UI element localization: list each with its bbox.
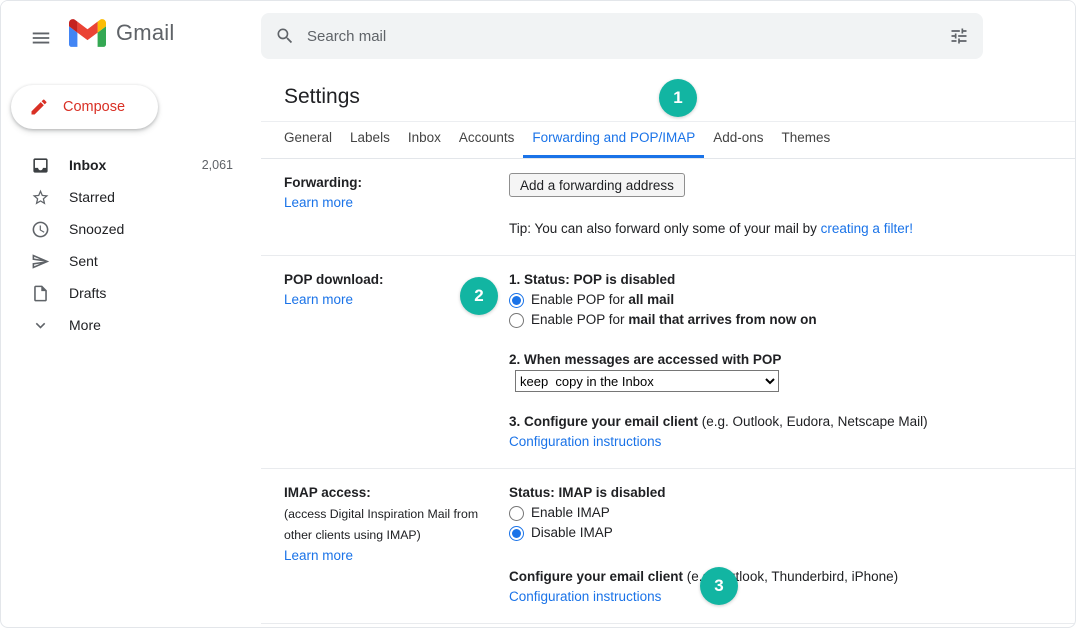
creating-a-filter-link[interactable]: creating a filter! <box>821 221 913 236</box>
sidebar-item-inbox[interactable]: Inbox 2,061 <box>1 149 261 181</box>
radio-input[interactable] <box>509 506 524 521</box>
radio-label: Enable POP for mail that arrives from no… <box>531 310 817 330</box>
pop-configure-line: 3. Configure your email client (e.g. Out… <box>509 412 1051 432</box>
enable-pop-from-now-on-radio[interactable]: Enable POP for mail that arrives from no… <box>509 310 1051 330</box>
pop-status-text: 1. Status: POP is disabled <box>509 270 1051 290</box>
pop-configuration-instructions-link[interactable]: Configuration instructions <box>509 434 661 449</box>
forwarding-section: Forwarding: Learn more Add a forwarding … <box>261 159 1075 256</box>
compose-label: Compose <box>63 99 125 115</box>
tab-accounts[interactable]: Accounts <box>450 121 524 158</box>
app-name: Gmail <box>116 20 174 46</box>
radio-input[interactable] <box>509 526 524 541</box>
forwarding-tip: Tip: You can also forward only some of y… <box>509 219 1051 239</box>
radio-label: Disable IMAP <box>531 523 613 543</box>
hamburger-icon <box>30 27 52 49</box>
tab-inbox[interactable]: Inbox <box>399 121 450 158</box>
tab-labels[interactable]: Labels <box>341 121 399 158</box>
gmail-m-icon <box>69 19 106 47</box>
sidebar-item-snoozed[interactable]: Snoozed <box>1 213 261 245</box>
gmail-logo[interactable]: Gmail <box>69 19 174 47</box>
draft-icon <box>31 284 51 303</box>
imap-configuration-instructions-link[interactable]: Configuration instructions <box>509 589 661 604</box>
pop-when-label: 2. When messages are accessed with POP <box>509 352 781 367</box>
imap-access-section: IMAP access: (access Digital Inspiration… <box>261 469 1075 624</box>
forwarding-label: Forwarding: <box>284 173 509 193</box>
settings-tabs: General Labels Inbox Accounts Forwarding… <box>261 122 1075 159</box>
imap-access-note: (access Digital Inspiration Mail from ot… <box>284 504 479 546</box>
pop-when-line: 2. When messages are accessed with POP k… <box>509 350 1051 392</box>
imap-configure-line: Configure your email client (e.g. Outloo… <box>509 567 1051 587</box>
imap-learn-more-link[interactable]: Learn more <box>284 548 353 563</box>
search-icon[interactable] <box>275 26 295 46</box>
sidebar-item-drafts[interactable]: Drafts <box>1 277 261 309</box>
sidebar-item-sent[interactable]: Sent <box>1 245 261 277</box>
sidebar-nav: Inbox 2,061 Starred Snoozed Sent D <box>1 149 261 341</box>
tip-text: Tip: You can also forward only some of y… <box>509 221 821 236</box>
gmail-settings-window: 1 2 3 Gmail <box>0 0 1076 628</box>
forwarding-learn-more-link[interactable]: Learn more <box>284 195 353 210</box>
star-icon <box>31 188 51 207</box>
pop-download-section: POP download: Learn more 1. Status: POP … <box>261 256 1075 469</box>
radio-input[interactable] <box>509 293 524 308</box>
top-bar: Gmail <box>1 1 1075 71</box>
clock-icon <box>31 220 51 239</box>
imap-status-text: Status: IMAP is disabled <box>509 483 1051 503</box>
annotation-badge-1: 1 <box>659 79 697 117</box>
imap-access-label: IMAP access: <box>284 483 479 503</box>
tab-addons[interactable]: Add-ons <box>704 121 772 158</box>
compose-button[interactable]: Compose <box>11 85 158 129</box>
sidebar-item-label: Inbox <box>69 157 202 173</box>
radio-label: Enable POP for all mail <box>531 290 674 310</box>
main-menu-icon[interactable] <box>19 16 63 60</box>
tab-forwarding-pop-imap[interactable]: Forwarding and POP/IMAP <box>523 121 704 158</box>
pop-action-select[interactable]: keep copy in the Inbox <box>515 370 779 392</box>
chevron-down-icon <box>31 316 51 335</box>
enable-pop-all-mail-radio[interactable]: Enable POP for all mail <box>509 290 1051 310</box>
annotation-badge-2: 2 <box>460 277 498 315</box>
sidebar: Compose Inbox 2,061 Starred Snoozed <box>1 71 261 628</box>
disable-imap-radio[interactable]: Disable IMAP <box>509 523 1051 543</box>
sidebar-item-more[interactable]: More <box>1 309 261 341</box>
search-bar[interactable] <box>261 13 983 59</box>
sidebar-item-label: Starred <box>69 189 261 205</box>
sidebar-item-label: Snoozed <box>69 221 261 237</box>
sidebar-item-label: Sent <box>69 253 261 269</box>
tab-themes[interactable]: Themes <box>773 121 840 158</box>
sidebar-item-label: Drafts <box>69 285 261 301</box>
settings-panel: Settings General Labels Inbox Accounts F… <box>261 71 1075 628</box>
annotation-badge-3: 3 <box>700 567 738 605</box>
inbox-icon <box>31 156 51 175</box>
sidebar-item-starred[interactable]: Starred <box>1 181 261 213</box>
pencil-icon <box>29 97 49 117</box>
add-forwarding-address-button[interactable]: Add a forwarding address <box>509 173 685 197</box>
radio-label: Enable IMAP <box>531 503 610 523</box>
tab-general[interactable]: General <box>275 121 341 158</box>
sidebar-item-label: More <box>69 317 261 333</box>
radio-input[interactable] <box>509 313 524 328</box>
actions-row: Save Changes Cancel <box>261 624 1075 628</box>
pop-learn-more-link[interactable]: Learn more <box>284 292 353 307</box>
search-input[interactable] <box>307 28 949 45</box>
enable-imap-radio[interactable]: Enable IMAP <box>509 503 1051 523</box>
search-options-icon[interactable] <box>949 26 969 46</box>
inbox-count: 2,061 <box>202 158 233 172</box>
send-icon <box>31 252 51 271</box>
